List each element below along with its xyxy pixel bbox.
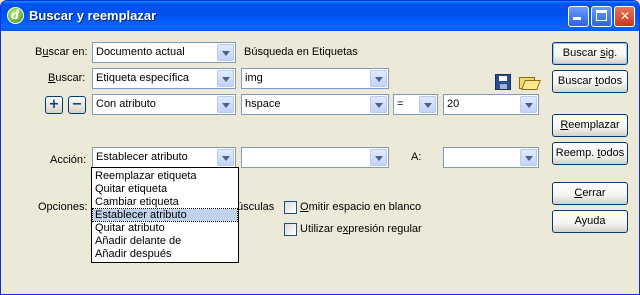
options-label: Opciones: bbox=[38, 201, 88, 213]
minimize-icon bbox=[573, 17, 581, 20]
use-regex-checkbox[interactable] bbox=[284, 223, 297, 236]
chevron-down-icon[interactable] bbox=[419, 96, 436, 113]
help-button[interactable]: Ayuda bbox=[552, 210, 628, 233]
chevron-down-icon[interactable] bbox=[370, 70, 387, 87]
search-label: Buscar: bbox=[48, 72, 85, 84]
attribute-number: 20 bbox=[447, 98, 460, 110]
chevron-down-icon[interactable] bbox=[520, 149, 537, 166]
replace-all-button[interactable]: Reemp. todos bbox=[552, 142, 628, 165]
a-select[interactable] bbox=[443, 147, 539, 168]
attribute-select[interactable]: hspace bbox=[241, 94, 389, 115]
rx-a: Utilizar e bbox=[300, 223, 343, 235]
match-case-partial-text: úsculas bbox=[237, 201, 275, 213]
list-item-selected[interactable]: Establecer atributo bbox=[92, 208, 238, 222]
chevron-down-icon[interactable] bbox=[370, 149, 387, 166]
fa-a: Buscar bbox=[557, 75, 596, 87]
rx-b: presión regular bbox=[348, 223, 422, 235]
tag-select[interactable]: img bbox=[241, 68, 389, 89]
condition-select[interactable]: Con atributo bbox=[92, 94, 236, 115]
chevron-down-icon[interactable] bbox=[217, 96, 234, 113]
list-item[interactable]: Quitar atributo bbox=[93, 222, 237, 234]
add-condition-button[interactable]: + bbox=[45, 96, 63, 114]
action-dropdown-list: Reemplazar etiqueta Quitar etiqueta Camb… bbox=[91, 167, 239, 263]
folder-front bbox=[521, 80, 541, 90]
minimize-button[interactable] bbox=[568, 6, 589, 27]
action-select[interactable]: Establecer atributo bbox=[92, 147, 236, 168]
rp-b: eemplazar bbox=[568, 119, 620, 131]
find-replace-dialog: d Buscar y reemplazar ✕ Buscar en: Docum… bbox=[0, 0, 640, 295]
window-title: Buscar y reemplazar bbox=[29, 8, 157, 23]
title-bar[interactable]: d Buscar y reemplazar ✕ bbox=[1, 1, 639, 31]
fn-b: ig. bbox=[605, 47, 618, 59]
chevron-down-icon[interactable] bbox=[217, 44, 234, 61]
search-label-b: uscar: bbox=[55, 72, 86, 84]
action-label: Acción: bbox=[50, 154, 87, 166]
ignore-whitespace-checkbox[interactable] bbox=[284, 201, 297, 214]
list-item[interactable]: Quitar etiqueta bbox=[93, 183, 237, 195]
app-icon-glyph: d bbox=[11, 8, 20, 22]
list-item[interactable]: Añadir después bbox=[93, 248, 237, 260]
close-window-button[interactable]: ✕ bbox=[614, 6, 635, 27]
action-target-select[interactable] bbox=[241, 147, 389, 168]
close-icon: ✕ bbox=[620, 9, 631, 23]
action-value: Establecer atributo bbox=[96, 151, 188, 163]
find-next-button[interactable]: Buscar sig. bbox=[552, 42, 628, 65]
search-scope-text: Búsqueda en Etiquetas bbox=[244, 46, 358, 58]
condition-value: Con atributo bbox=[96, 98, 156, 110]
search-type-value: Etiqueta específica bbox=[96, 72, 189, 84]
tag-value: img bbox=[245, 72, 263, 84]
ws-u: O bbox=[300, 201, 309, 213]
chevron-down-icon[interactable] bbox=[217, 149, 234, 166]
list-item[interactable]: Reemplazar etiqueta bbox=[93, 170, 237, 182]
app-icon: d bbox=[7, 7, 24, 24]
maximize-icon bbox=[596, 10, 607, 21]
fa-b: odos bbox=[598, 75, 623, 87]
ra-b: odos bbox=[600, 147, 625, 159]
use-regex-label[interactable]: Utilizar expresión regular bbox=[300, 223, 422, 235]
list-item[interactable]: Añadir delante de bbox=[93, 235, 237, 247]
fn-a: Buscar bbox=[562, 47, 601, 59]
chevron-down-icon[interactable] bbox=[520, 96, 537, 113]
find-in-label: Buscar en: bbox=[35, 46, 88, 58]
operator-select[interactable]: = bbox=[393, 94, 438, 115]
operator-value: = bbox=[397, 98, 404, 110]
close-button[interactable]: Cerrar bbox=[552, 182, 628, 205]
find-in-label-b: scar en: bbox=[48, 46, 88, 58]
maximize-button[interactable] bbox=[591, 6, 612, 27]
replace-button[interactable]: Reemplazar bbox=[552, 114, 628, 137]
chevron-down-icon[interactable] bbox=[217, 70, 234, 87]
list-item[interactable]: Cambiar etiqueta bbox=[93, 196, 237, 208]
ws-b: mitir espacio en blanco bbox=[308, 201, 422, 213]
find-all-button[interactable]: Buscar todos bbox=[552, 70, 628, 93]
ignore-whitespace-label[interactable]: Omitir espacio en blanco bbox=[300, 201, 421, 213]
save-query-icon[interactable] bbox=[495, 74, 511, 90]
attribute-value-select[interactable]: 20 bbox=[443, 94, 539, 115]
find-in-select[interactable]: Documento actual bbox=[92, 42, 236, 63]
cl-b: errar bbox=[582, 187, 606, 199]
remove-condition-button[interactable]: − bbox=[68, 96, 86, 114]
load-query-icon[interactable] bbox=[519, 74, 541, 90]
ra-a: Reemp. bbox=[555, 147, 598, 159]
attribute-value: hspace bbox=[245, 98, 281, 110]
find-in-value: Documento actual bbox=[96, 46, 185, 58]
hp-a: Ayuda bbox=[574, 215, 606, 227]
chevron-down-icon[interactable] bbox=[370, 96, 387, 113]
a-label: A: bbox=[411, 151, 422, 163]
search-type-select[interactable]: Etiqueta específica bbox=[92, 68, 236, 89]
